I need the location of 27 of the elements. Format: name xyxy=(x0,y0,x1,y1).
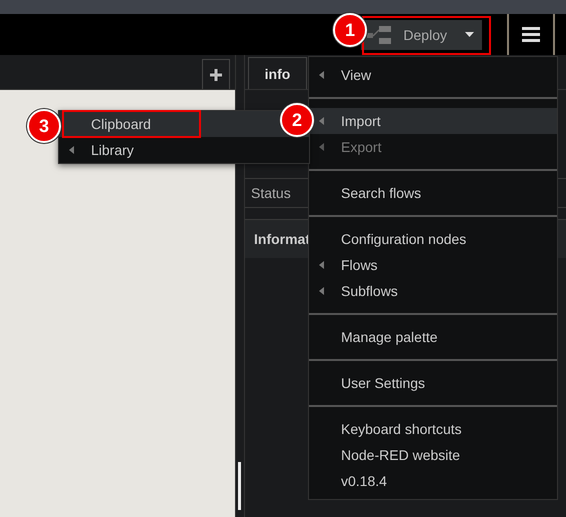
arrow-icon xyxy=(319,71,324,79)
scrollbar[interactable] xyxy=(238,462,241,510)
menu-item[interactable]: Search flows xyxy=(309,180,557,206)
menu-item[interactable]: Subflows xyxy=(309,278,557,304)
menu-item[interactable]: View xyxy=(309,62,557,88)
arrow-icon xyxy=(69,146,74,154)
deploy-button[interactable]: Deploy xyxy=(361,20,482,50)
caret-icon xyxy=(465,32,474,37)
arrow-icon xyxy=(319,117,324,125)
workspace-canvas[interactable] xyxy=(0,90,235,517)
arrow-icon xyxy=(319,143,324,151)
menu-item[interactable]: Library xyxy=(59,137,309,163)
menu-item[interactable]: Manage palette xyxy=(309,324,557,350)
plus-icon xyxy=(210,68,222,80)
add-tab-button[interactable] xyxy=(202,59,230,89)
flow-icon xyxy=(367,24,394,44)
menu-item[interactable]: Node-RED website xyxy=(309,442,557,468)
menu-item[interactable]: Configuration nodes xyxy=(309,226,557,252)
arrow-icon xyxy=(319,287,324,295)
menu-item[interactable]: Flows xyxy=(309,252,557,278)
sidebar-tab[interactable]: info xyxy=(248,57,307,89)
menu-item[interactable]: Keyboard shortcuts xyxy=(309,416,557,442)
menu-item[interactable]: v0.18.4 xyxy=(309,468,557,494)
menu-item[interactable]: User Settings xyxy=(309,370,557,396)
arrow-icon xyxy=(319,261,324,269)
menu-item[interactable]: Import xyxy=(309,108,557,134)
menu-icon xyxy=(522,27,540,42)
